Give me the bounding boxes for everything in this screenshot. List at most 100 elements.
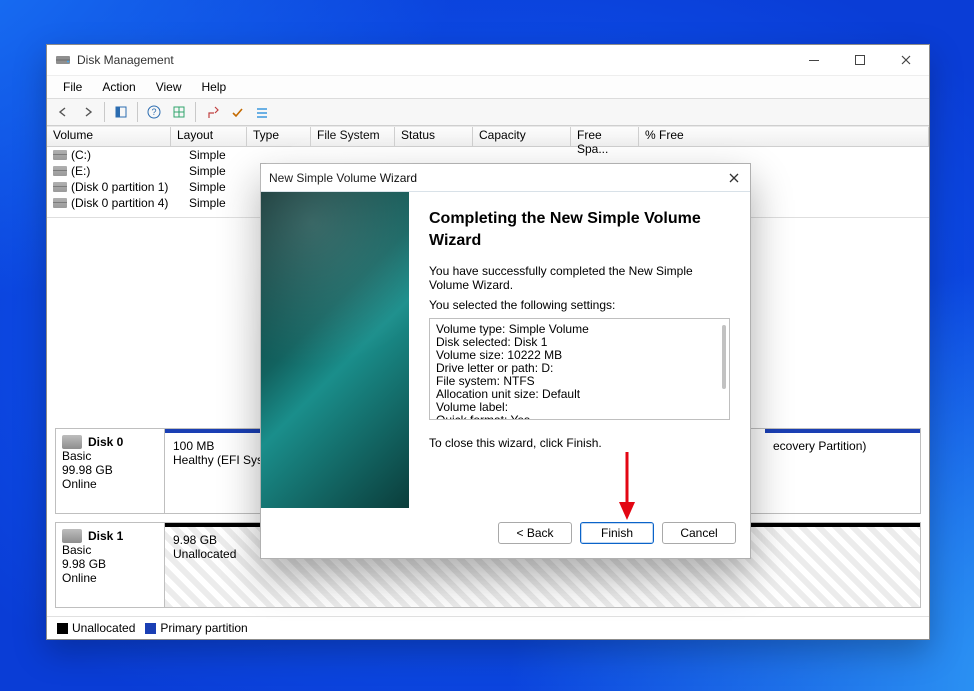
list-item[interactable]: (Disk 0 partition 1) Simple <box>47 179 929 195</box>
cancel-button[interactable]: Cancel <box>662 522 736 544</box>
dialog-titlebar[interactable]: New Simple Volume Wizard <box>261 164 750 192</box>
dialog-title: New Simple Volume Wizard <box>269 171 417 185</box>
volume-icon <box>53 150 67 160</box>
menubar: File Action View Help <box>47 76 929 99</box>
disk-name: Disk 1 <box>88 529 123 543</box>
svg-text:?: ? <box>151 107 156 117</box>
col-type[interactable]: Type <box>247 126 311 146</box>
minimize-button[interactable] <box>791 45 837 75</box>
legend-swatch-primary <box>145 623 156 634</box>
disk-type: Basic <box>62 449 158 463</box>
hdd-icon <box>62 529 82 543</box>
finish-button[interactable]: Finish <box>580 522 654 544</box>
volume-layout: Simple <box>183 196 271 210</box>
col-layout[interactable]: Layout <box>171 126 247 146</box>
disk-partitions[interactable]: 9.98 GB Unallocated <box>165 523 920 607</box>
volume-icon <box>53 166 67 176</box>
partition-status: Healthy (EFI Syste <box>173 453 281 467</box>
volume-icon <box>53 182 67 192</box>
hdd-icon <box>62 435 82 449</box>
annotation-arrow <box>616 450 638 522</box>
partition-status: Unallocated <box>173 547 912 561</box>
setting-line: Drive letter or path: D: <box>436 362 723 375</box>
wizard-banner <box>261 192 409 508</box>
setting-line: Volume label: <box>436 401 723 414</box>
col-percentfree[interactable]: % Free <box>639 126 929 146</box>
volume-layout: Simple <box>183 148 271 162</box>
disk-size: 9.98 GB <box>62 557 158 571</box>
partition-status: ecovery Partition) <box>773 439 912 453</box>
disk-pane: Disk 0 Basic 99.98 GB Online 100 MB Heal… <box>55 428 921 514</box>
setting-line: Volume type: Simple Volume <box>436 323 723 336</box>
wizard-settings-box[interactable]: Volume type: Simple Volume Disk selected… <box>429 318 730 420</box>
disk-management-window: Disk Management File Action View Help ? <box>46 44 930 640</box>
partition[interactable]: 100 MB Healthy (EFI Syste <box>165 429 289 513</box>
menu-help[interactable]: Help <box>192 78 237 96</box>
col-filesystem[interactable]: File System <box>311 126 395 146</box>
volume-icon <box>53 198 67 208</box>
col-volume[interactable]: Volume <box>47 126 171 146</box>
legend-unallocated: Unallocated <box>72 621 135 635</box>
show-hide-console-tree-button[interactable] <box>109 100 133 124</box>
wizard-close-hint: To close this wizard, click Finish. <box>429 436 730 450</box>
setting-line: File system: NTFS <box>436 375 723 388</box>
list-item[interactable]: (E:) Simple <box>47 163 929 179</box>
menu-action[interactable]: Action <box>92 78 145 96</box>
disk-state: Online <box>62 477 158 491</box>
legend: Unallocated Primary partition <box>47 616 929 639</box>
dialog-close-button[interactable] <box>724 168 744 188</box>
list-item[interactable]: (C:) Simple <box>47 147 929 163</box>
help-button[interactable]: ? <box>142 100 166 124</box>
legend-swatch-unallocated <box>57 623 68 634</box>
menu-file[interactable]: File <box>53 78 92 96</box>
setting-line: Quick format: Yes <box>436 414 723 420</box>
col-freespace[interactable]: Free Spa... <box>571 126 639 146</box>
column-headers: Volume Layout Type File System Status Ca… <box>47 126 929 147</box>
volume-name: (Disk 0 partition 1) <box>71 180 168 194</box>
disk-pane: Disk 1 Basic 9.98 GB Online 9.98 GB Unal… <box>55 522 921 608</box>
wizard-heading: Completing the New Simple Volume Wizard <box>429 208 730 252</box>
titlebar[interactable]: Disk Management <box>47 45 929 76</box>
toolbar-separator <box>104 102 105 122</box>
disk-name: Disk 0 <box>88 435 123 449</box>
toolbar-separator <box>137 102 138 122</box>
toolbar-separator <box>195 102 196 122</box>
maximize-button[interactable] <box>837 45 883 75</box>
refresh-button[interactable] <box>200 100 224 124</box>
disk-partitions[interactable]: 100 MB Healthy (EFI Syste ecovery Partit… <box>165 429 920 513</box>
toolbar: ? <box>47 99 929 126</box>
partition-size: 9.98 GB <box>173 533 912 547</box>
commit-button[interactable] <box>225 100 249 124</box>
settings-grid-button[interactable] <box>167 100 191 124</box>
new-simple-volume-wizard: New Simple Volume Wizard Completing the … <box>260 163 751 559</box>
setting-line: Disk selected: Disk 1 <box>436 336 723 349</box>
setting-line: Volume size: 10222 MB <box>436 349 723 362</box>
volume-name: (C:) <box>71 148 91 162</box>
volume-layout: Simple <box>183 180 271 194</box>
back-button[interactable]: < Back <box>498 522 572 544</box>
wizard-complete-text: You have successfully completed the New … <box>429 264 730 292</box>
col-capacity[interactable]: Capacity <box>473 126 571 146</box>
volume-name: (Disk 0 partition 4) <box>71 196 168 210</box>
disk-state: Online <box>62 571 158 585</box>
desktop: Disk Management File Action View Help ? <box>0 0 974 691</box>
partition-size: 100 MB <box>173 439 281 453</box>
nav-forward-button[interactable] <box>76 100 100 124</box>
setting-line: Allocation unit size: Default <box>436 388 723 401</box>
col-status[interactable]: Status <box>395 126 473 146</box>
list-view-button[interactable] <box>250 100 274 124</box>
disk-type: Basic <box>62 543 158 557</box>
close-button[interactable] <box>883 45 929 75</box>
partition-unallocated[interactable]: 9.98 GB Unallocated <box>165 523 920 607</box>
wizard-button-row: < Back Finish Cancel <box>261 508 750 558</box>
window-title: Disk Management <box>77 53 174 67</box>
menu-view[interactable]: View <box>146 78 192 96</box>
volume-layout: Simple <box>183 164 271 178</box>
disk-size: 99.98 GB <box>62 463 158 477</box>
partition[interactable]: ecovery Partition) <box>765 429 920 513</box>
scrollbar[interactable] <box>722 325 726 389</box>
nav-back-button[interactable] <box>51 100 75 124</box>
volume-list[interactable]: (C:) Simple (E:) Simple (Disk 0 partitio… <box>47 147 929 217</box>
legend-primary: Primary partition <box>160 621 247 635</box>
list-item[interactable]: (Disk 0 partition 4) Simple <box>47 195 929 211</box>
